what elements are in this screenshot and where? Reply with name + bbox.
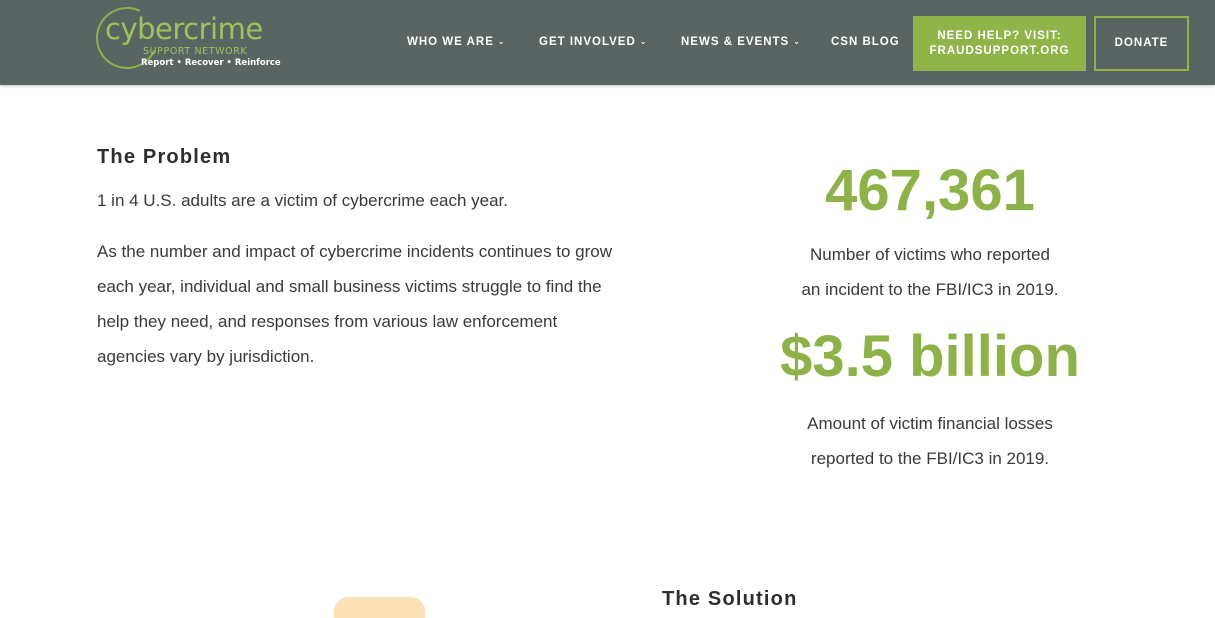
need-help-button[interactable]: NEED HELP? VISIT: FRAUDSUPPORT.ORG [913, 16, 1086, 71]
stat-desc-line: Amount of victim financial losses [807, 414, 1053, 433]
stat-victims: 467,361 Number of victims who reported a… [760, 162, 1100, 307]
stat-desc-line: reported to the FBI/IC3 in 2019. [810, 449, 1050, 468]
stat-desc-line: Number of victims who reported [810, 245, 1050, 264]
logo-title: cybercrime [105, 12, 263, 46]
stat-losses: $3.5 billion Amount of victim financial … [760, 328, 1100, 476]
nav-label: WHO WE ARE [407, 36, 494, 48]
cybercrime-support-network-logo[interactable]: cybercrime SUPPORT NETWORK Report • Reco… [87, 0, 281, 78]
donate-button[interactable]: DONATE [1094, 16, 1189, 71]
logo-tagline: Report • Recover • Reinforce [141, 58, 281, 68]
problem-body: As the number and impact of cybercrime i… [97, 242, 612, 366]
solution-illustration [334, 597, 425, 618]
site-header: cybercrime SUPPORT NETWORK Report • Reco… [0, 0, 1215, 85]
chevron-down-icon: ⌄ [793, 37, 801, 46]
logo-subtitle: SUPPORT NETWORK [143, 46, 248, 57]
nav-csn-blog[interactable]: CSN BLOG [831, 34, 900, 50]
need-help-line1: NEED HELP? VISIT: [937, 30, 1062, 42]
problem-lead: 1 in 4 U.S. adults are a victim of cyber… [97, 191, 509, 210]
nav-news-events[interactable]: NEWS & EVENTS ⌄ [681, 34, 801, 50]
stat-description: Amount of victim financial losses report… [760, 406, 1100, 476]
stat-desc-line: an incident to the FBI/IC3 in 2019. [801, 280, 1059, 299]
problem-heading: The Problem [97, 146, 232, 168]
nav-get-involved[interactable]: GET INVOLVED ⌄ [539, 34, 647, 50]
stat-number: $3.5 billion [780, 324, 1080, 389]
solution-heading: The Solution [662, 588, 798, 610]
nav-label: NEWS & EVENTS [681, 36, 790, 48]
nav-label: CSN BLOG [831, 36, 900, 48]
stat-number: 467,361 [825, 158, 1035, 223]
chevron-down-icon: ⌄ [639, 37, 648, 46]
nav-who-we-are[interactable]: WHO WE ARE ⌄ [407, 34, 506, 50]
chevron-down-icon: ⌄ [497, 37, 506, 46]
need-help-line2: FRAUDSUPPORT.ORG [929, 45, 1070, 57]
stat-description: Number of victims who reported an incide… [760, 237, 1100, 307]
nav-label: GET INVOLVED [539, 36, 636, 48]
